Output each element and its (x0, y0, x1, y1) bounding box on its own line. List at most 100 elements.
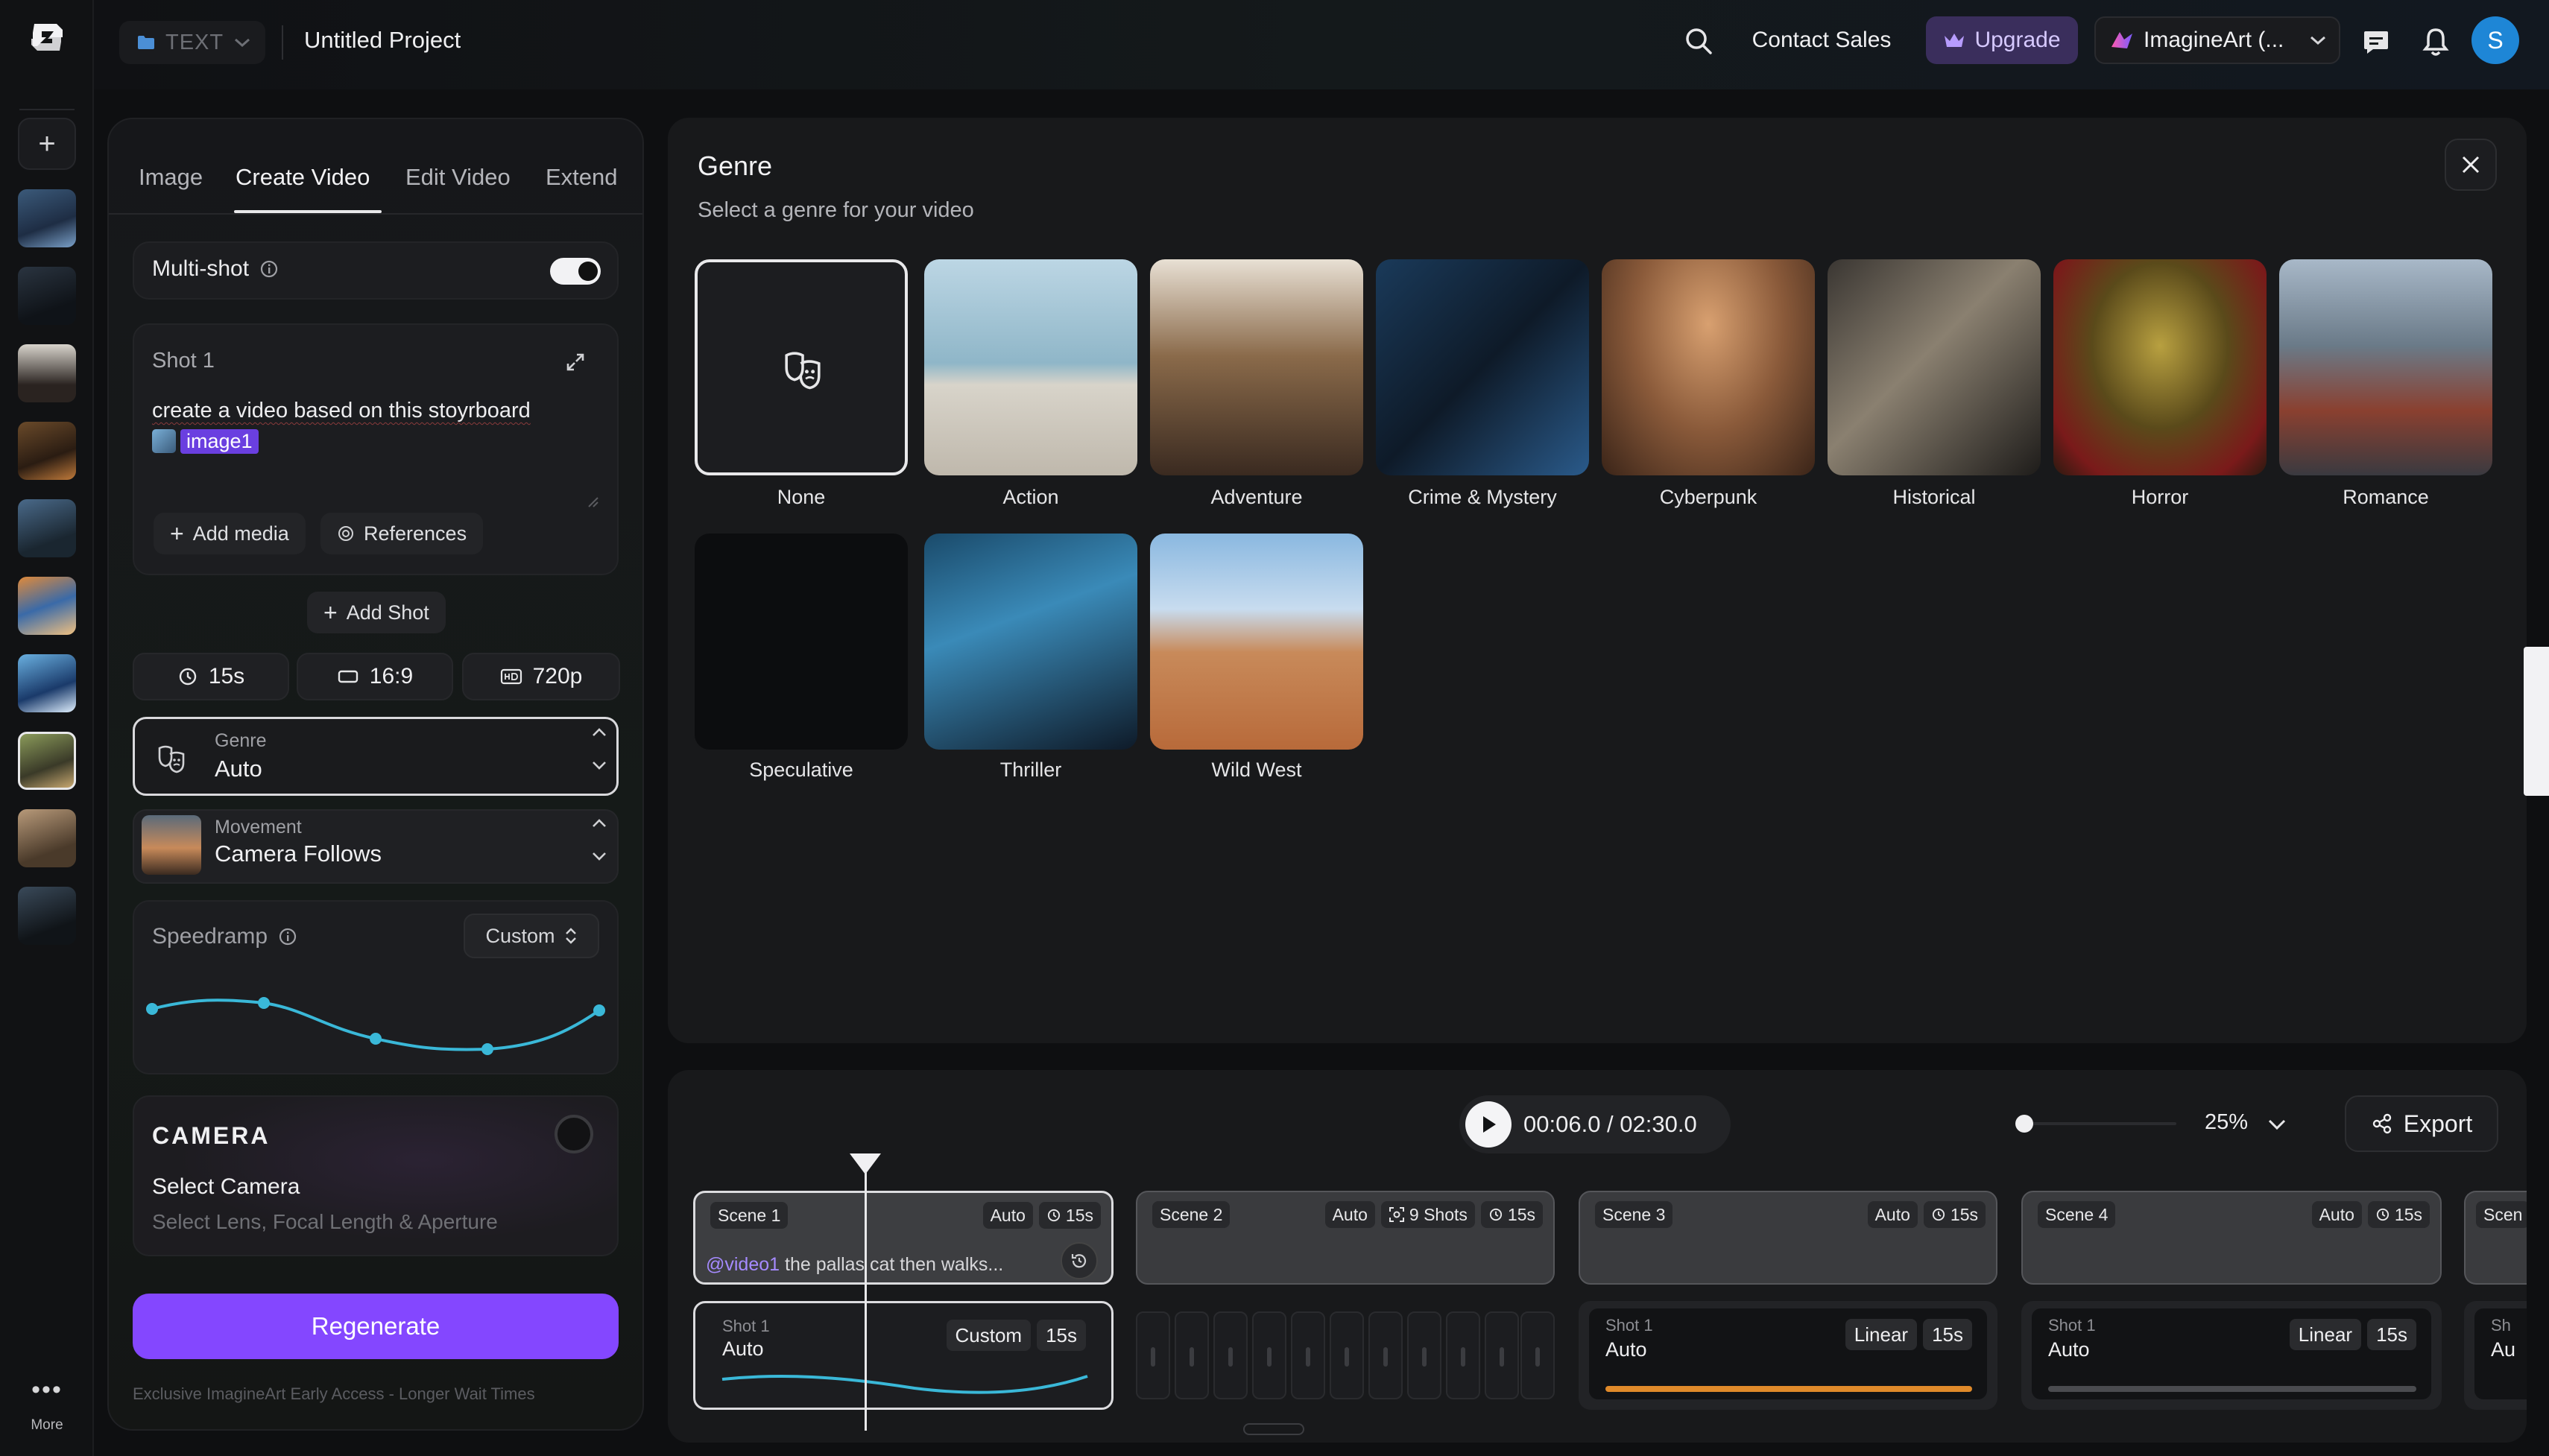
history-button[interactable] (1061, 1242, 1098, 1279)
add-shot-button[interactable]: + Add Shot (307, 592, 446, 633)
add-media-button[interactable]: + Add media (154, 513, 306, 554)
resolution-selector[interactable]: 720p (462, 653, 620, 700)
zoom-slider[interactable] (2020, 1122, 2176, 1125)
shot-prompt-input[interactable]: create a video based on this stoyrboard (152, 395, 584, 426)
genre-panel-title: Genre (698, 151, 773, 181)
genre-tile-crime-mystery[interactable] (1376, 259, 1589, 475)
user-avatar[interactable]: S (2471, 16, 2519, 64)
tab-image[interactable]: Image (139, 164, 203, 191)
scene-card-4[interactable]: Scene 4 Auto 15s (2021, 1191, 2442, 1285)
regenerate-button[interactable]: Regenerate (133, 1294, 619, 1359)
search-icon[interactable] (1680, 22, 1719, 61)
chevron-up-icon[interactable] (591, 727, 607, 738)
history-thumb-selected[interactable] (18, 732, 76, 790)
tab-extend[interactable]: Extend (546, 164, 618, 191)
more-icon[interactable]: ••• (30, 1376, 64, 1404)
info-icon[interactable] (259, 259, 279, 279)
shot-card-4[interactable]: Shot 1 Auto Linear 15s (2021, 1301, 2442, 1410)
curve-point[interactable] (370, 1033, 382, 1045)
genre-tile-speculative[interactable] (695, 534, 908, 750)
export-button[interactable]: Export (2345, 1095, 2498, 1152)
genre-tile-horror[interactable] (2053, 259, 2267, 475)
movement-stepper[interactable] (590, 818, 608, 861)
history-thumb-9[interactable] (18, 809, 76, 867)
upgrade-button[interactable]: Upgrade (1926, 16, 2078, 64)
shot-slot[interactable] (1136, 1311, 1170, 1399)
chat-icon[interactable] (2357, 22, 2395, 61)
expand-icon[interactable] (560, 347, 590, 377)
shot-slot[interactable] (1330, 1311, 1364, 1399)
scene-card-2[interactable]: Scene 2 Auto 9 Shots 15s (1136, 1191, 1555, 1285)
shot-speed-curve (721, 1375, 1088, 1394)
genre-tile-historical[interactable] (1828, 259, 2041, 475)
select-camera[interactable]: Select Camera (152, 1174, 300, 1200)
shot-card-1[interactable]: Shot 1 Auto Custom 15s (693, 1301, 1114, 1410)
chevron-down-icon[interactable] (591, 851, 607, 861)
curve-point[interactable] (146, 1003, 158, 1015)
chevron-up-icon[interactable] (591, 818, 607, 829)
bell-icon[interactable] (2416, 22, 2455, 61)
shot-slot[interactable] (1446, 1311, 1480, 1399)
duration-selector[interactable]: 15s (133, 653, 289, 700)
shot-slot[interactable] (1291, 1311, 1325, 1399)
zoom-slider-handle[interactable] (2015, 1115, 2033, 1133)
movement-thumbnail (142, 815, 201, 875)
genre-tile-romance[interactable] (2279, 259, 2492, 475)
shot-slot[interactable] (1368, 1311, 1403, 1399)
genre-tile-thriller[interactable] (924, 534, 1137, 750)
history-thumb-3[interactable] (18, 344, 76, 402)
history-thumb-4[interactable] (18, 422, 76, 480)
workspace-selector[interactable]: ImagineArt (... (2094, 16, 2340, 64)
resize-handle-icon[interactable] (583, 492, 599, 508)
curve-point[interactable] (481, 1043, 493, 1055)
history-thumb-2[interactable] (18, 267, 76, 325)
history-thumb-1[interactable] (18, 189, 76, 247)
new-project-button[interactable]: + (18, 118, 76, 170)
scene-card-5[interactable]: Scen (2464, 1191, 2527, 1285)
playhead[interactable] (865, 1171, 867, 1431)
genre-tile-none[interactable] (695, 259, 908, 475)
contact-sales-button[interactable]: Contact Sales (1737, 16, 1907, 64)
genre-selector[interactable] (133, 717, 619, 796)
shot-slot[interactable] (1213, 1311, 1248, 1399)
shot-slot[interactable] (1485, 1311, 1519, 1399)
history-thumb-6[interactable] (18, 577, 76, 635)
shot-card-5[interactable]: Sh Au (2464, 1301, 2527, 1410)
tab-edit-video[interactable]: Edit Video (405, 164, 511, 191)
folder-icon (138, 36, 154, 49)
history-thumb-5[interactable] (18, 499, 76, 557)
shot-card-3[interactable]: Shot 1 Auto Linear 15s (1579, 1301, 1997, 1410)
zoom-level[interactable]: 25% (2205, 1110, 2248, 1135)
speedramp-mode-select[interactable]: Custom (464, 914, 599, 958)
play-button[interactable] (1465, 1101, 1512, 1148)
history-thumb-10[interactable] (18, 887, 76, 945)
close-button[interactable] (2445, 139, 2497, 191)
shot-slot[interactable] (1520, 1311, 1555, 1399)
curve-point[interactable] (258, 997, 270, 1009)
shot-slot[interactable] (1252, 1311, 1286, 1399)
timeline-resize-handle[interactable] (1243, 1423, 1304, 1435)
folder-selector[interactable]: TEXT (119, 21, 265, 64)
shot-slot[interactable] (1407, 1311, 1441, 1399)
genre-tile-adventure[interactable] (1150, 259, 1363, 475)
image-reference-chip[interactable]: image1 (152, 428, 259, 455)
genre-stepper[interactable] (590, 727, 608, 770)
shot-slot[interactable] (1175, 1311, 1209, 1399)
tab-create-video[interactable]: Create Video (236, 164, 370, 191)
genre-tile-wild-west[interactable] (1150, 534, 1363, 750)
genre-tile-action[interactable] (924, 259, 1137, 475)
scene-card-3[interactable]: Scene 3 Auto 15s (1579, 1191, 1997, 1285)
history-thumb-7[interactable] (18, 654, 76, 712)
chevron-down-icon[interactable] (2266, 1113, 2288, 1136)
side-panel-handle[interactable] (2524, 647, 2549, 796)
aspect-ratio-selector[interactable]: 16:9 (297, 653, 453, 700)
imagineart-logo[interactable] (27, 19, 67, 55)
info-icon[interactable] (278, 927, 297, 946)
curve-point[interactable] (593, 1004, 605, 1016)
chevron-down-icon[interactable] (591, 760, 607, 770)
scene-card-1[interactable]: Scene 1 Auto 15s @video1 the pallas cat … (693, 1191, 1114, 1285)
genre-tile-cyberpunk[interactable] (1602, 259, 1815, 475)
project-title[interactable]: Untitled Project (304, 27, 461, 54)
references-button[interactable]: References (320, 513, 484, 554)
speedramp-curve[interactable] (140, 976, 611, 1066)
